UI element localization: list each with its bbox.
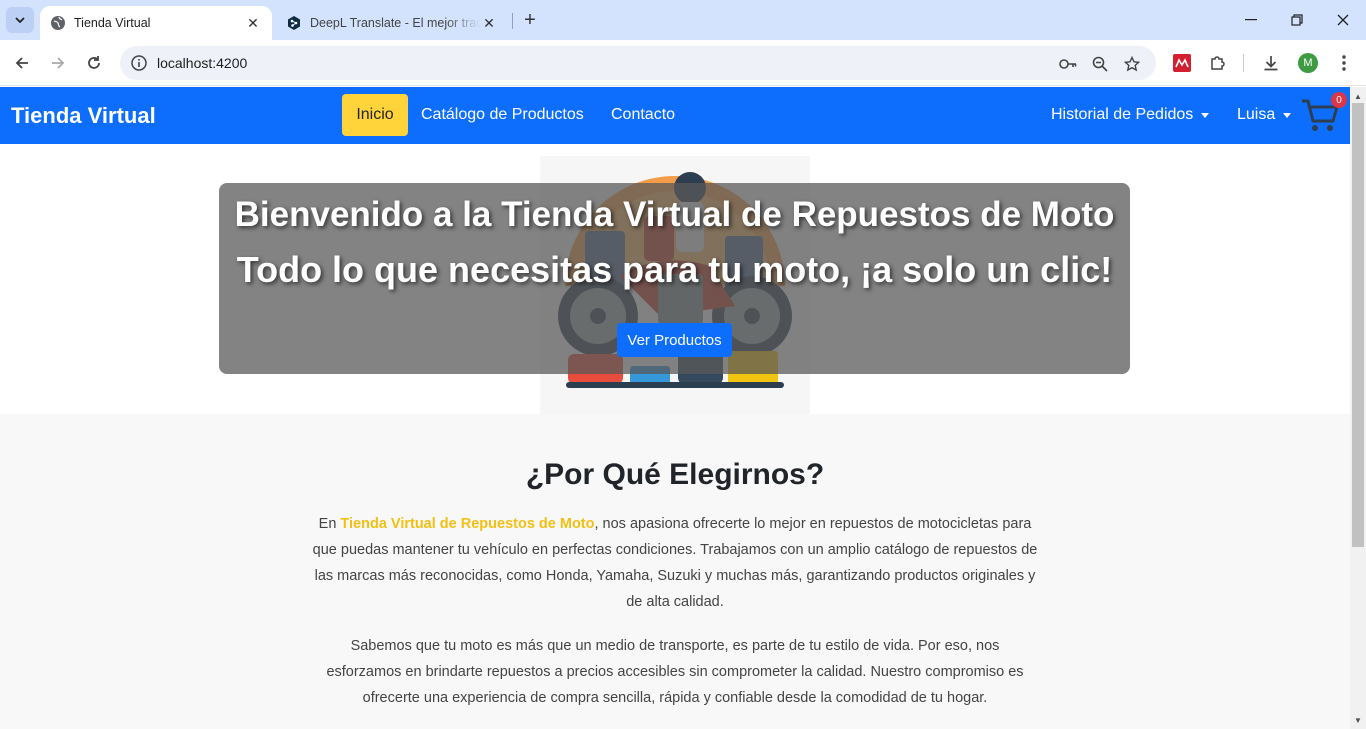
tab-title: Tienda Virtual: [74, 16, 151, 30]
view-products-button[interactable]: Ver Productos: [617, 323, 732, 357]
user-name: Luisa: [1237, 106, 1276, 123]
chevron-down-icon: [15, 17, 25, 23]
bookmark-star-icon[interactable]: [1122, 54, 1142, 74]
hero-subtitle: Todo lo que necesitas para tu moto, ¡a s…: [236, 249, 1113, 290]
paragraph-prefix: En: [318, 516, 341, 532]
extensions-puzzle-icon[interactable]: [1207, 52, 1229, 74]
scroll-down-arrow-icon[interactable]: ▼: [1350, 713, 1366, 727]
tab-deepl[interactable]: DeepL Translate - El mejor traductor del…: [276, 6, 508, 40]
deepl-icon: [286, 15, 302, 31]
toolbar-divider: [1243, 54, 1244, 72]
historial-label: Historial de Pedidos: [1051, 106, 1194, 123]
about-paragraph-2: Sabemos que tu moto es más que un medio …: [326, 638, 1024, 706]
arrow-right-icon: [52, 57, 65, 69]
close-icon: [1337, 14, 1349, 26]
browser-menu-icon[interactable]: [1333, 52, 1355, 74]
close-tab-icon[interactable]: ✕: [244, 14, 262, 32]
page-viewport: Tienda Virtual Inicio Catálogo de Produc…: [0, 87, 1350, 729]
minimize-button[interactable]: [1228, 0, 1274, 40]
reload-button[interactable]: [80, 49, 108, 77]
scrollbar-thumb[interactable]: [1352, 103, 1364, 547]
scroll-up-arrow-icon[interactable]: ▲: [1350, 89, 1366, 103]
minimize-icon: [1245, 19, 1257, 21]
site-info-icon[interactable]: [130, 54, 148, 72]
about-paragraph-1: En Tienda Virtual de Repuestos de Moto, …: [312, 511, 1038, 615]
back-button[interactable]: [8, 49, 36, 77]
site-brand[interactable]: Tienda Virtual: [11, 103, 156, 129]
site-navbar: Tienda Virtual Inicio Catálogo de Produc…: [0, 87, 1350, 144]
hero-banner: Bienvenido a la Tienda Virtual de Repues…: [219, 183, 1130, 374]
nav-link-contacto[interactable]: Contacto: [597, 94, 689, 136]
tab-title: DeepL Translate - El mejor traductor del…: [310, 16, 480, 30]
hero-section: Bienvenido a la Tienda Virtual de Repues…: [0, 144, 1350, 414]
tab-divider: [512, 13, 513, 29]
store-name-highlight: Tienda Virtual de Repuestos de Moto: [340, 516, 595, 532]
reload-icon: [88, 56, 100, 69]
zoom-icon[interactable]: [1090, 54, 1110, 74]
caret-down-icon: [1283, 112, 1292, 118]
url-text: localhost:4200: [157, 55, 248, 71]
nav-link-inicio[interactable]: Inicio: [342, 94, 408, 136]
historial-dropdown[interactable]: Historial de Pedidos: [1051, 94, 1210, 136]
nav-link-catalogo[interactable]: Catálogo de Productos: [407, 94, 598, 136]
close-window-button[interactable]: [1320, 0, 1366, 40]
why-choose-us-section: ¿Por Qué Elegirnos? En Tienda Virtual de…: [0, 414, 1350, 729]
profile-avatar[interactable]: M: [1298, 53, 1318, 73]
new-tab-button[interactable]: +: [518, 9, 542, 31]
tab-strip: Tienda Virtual ✕ DeepL Translate - El me…: [0, 0, 1366, 40]
hero-title: Bienvenido a la Tienda Virtual de Repues…: [234, 195, 1115, 234]
restore-button[interactable]: [1274, 0, 1320, 40]
globe-icon: [50, 15, 66, 31]
caret-down-icon: [1201, 112, 1210, 118]
close-tab-icon[interactable]: ✕: [480, 14, 498, 32]
forward-button[interactable]: [44, 49, 72, 77]
download-icon[interactable]: [1260, 52, 1282, 74]
cart-count-badge: 0: [1331, 92, 1347, 108]
tab-search-button[interactable]: [6, 7, 34, 33]
browser-toolbar: localhost:4200: [0, 40, 1366, 86]
address-bar[interactable]: localhost:4200: [120, 46, 1156, 80]
page-scrollbar[interactable]: ▲ ▼: [1350, 87, 1366, 729]
arrow-left-icon: [15, 57, 28, 69]
extension-red-icon[interactable]: [1171, 52, 1193, 74]
password-key-icon[interactable]: [1058, 54, 1078, 74]
section-title: ¿Por Qué Elegirnos?: [525, 458, 825, 491]
user-dropdown[interactable]: Luisa: [1237, 94, 1292, 136]
restore-icon: [1291, 14, 1303, 26]
tab-tienda-virtual[interactable]: Tienda Virtual ✕: [40, 6, 272, 40]
